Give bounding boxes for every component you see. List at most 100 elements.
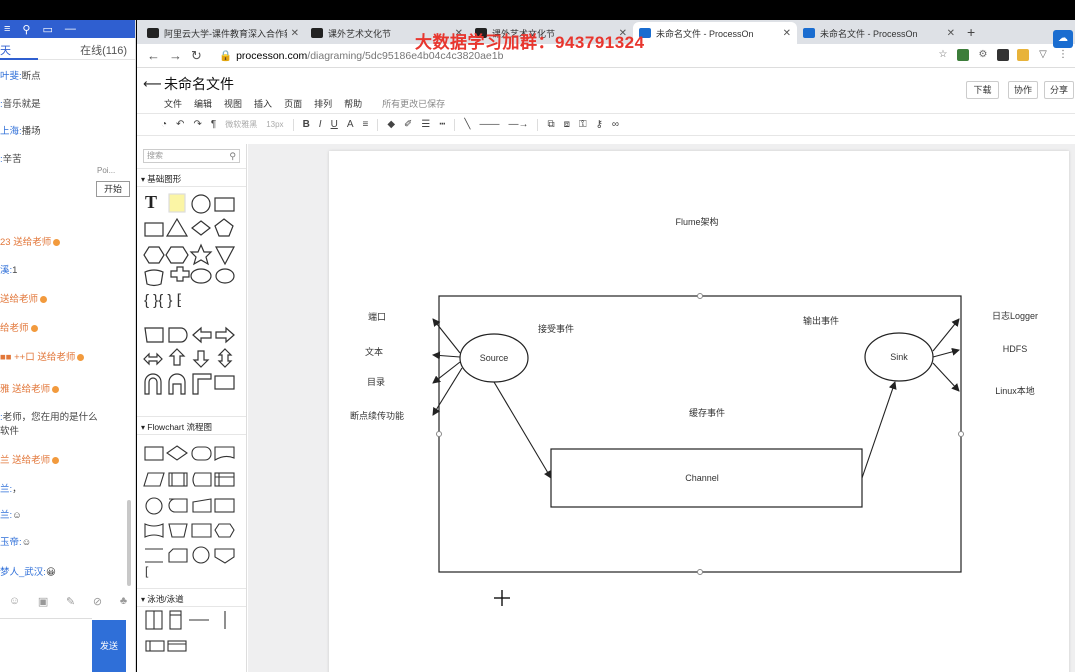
shield-icon[interactable]: ▽ [1037, 49, 1049, 61]
link-icon[interactable]: ∞ [612, 119, 619, 130]
bold-icon[interactable]: B [303, 119, 310, 130]
extension-icon[interactable] [957, 49, 969, 61]
window-icon[interactable]: ▭ [42, 23, 52, 36]
category-swimlane[interactable]: 泳池/泳道 [141, 593, 183, 605]
font-select[interactable]: 微软雅黑 [225, 119, 257, 130]
input-resume-label[interactable]: 断点续传功能 [350, 410, 404, 421]
diagram-title[interactable]: Flume架构 [675, 216, 718, 227]
line-style-icon[interactable]: ┅ [439, 119, 445, 130]
arrow-channel-sink[interactable] [861, 381, 897, 479]
connector-icon[interactable]: ╲ [464, 119, 470, 130]
flume-diagram[interactable]: Flume架构 Source Sink Channel 接受事件 输出事件 缓存… [329, 151, 1069, 672]
menu-item-file[interactable]: 文件 [164, 97, 182, 110]
output-logger-label[interactable]: 日志Logger [992, 310, 1038, 321]
menu-item-help[interactable]: 帮助 [344, 97, 362, 110]
arrow-to-resume[interactable] [432, 367, 463, 416]
menu-item-insert[interactable]: 插入 [254, 97, 272, 110]
arrow-to-dir[interactable] [432, 361, 461, 384]
lock-icon[interactable]: ⚿ [579, 119, 587, 130]
puzzle-icon[interactable]: ⚙ [977, 49, 989, 61]
reload-icon[interactable]: ↻ [191, 48, 213, 64]
line-width-icon[interactable]: ☰ [421, 119, 430, 130]
input-port-label[interactable]: 端口 [368, 311, 386, 322]
block-icon[interactable]: ⊘ [93, 595, 102, 608]
share-button[interactable]: 分享 [1044, 81, 1074, 99]
underline-icon[interactable]: U [331, 119, 338, 130]
tab-chat[interactable]: 天 [0, 42, 11, 59]
brush-icon[interactable]: ¶ [211, 119, 216, 130]
line-color-icon[interactable]: ✐ [404, 119, 412, 130]
arrow-to-local[interactable] [932, 362, 960, 392]
category-basic-shapes[interactable]: 基础图形 [141, 173, 181, 185]
arrow-to-text[interactable] [432, 351, 461, 360]
receive-event-label[interactable]: 接受事件 [538, 323, 574, 334]
bracket-shape[interactable]: [ [145, 564, 148, 578]
menu-item-view[interactable]: 视图 [224, 97, 242, 110]
star-icon[interactable]: ☆ [937, 49, 949, 61]
arrow-to-logger[interactable] [932, 318, 960, 352]
chat-input[interactable] [0, 618, 92, 672]
align-icon[interactable]: ≡ [362, 119, 368, 130]
collaborate-button[interactable]: 协作 [1008, 81, 1038, 99]
edit-icon[interactable]: ✎ [66, 595, 75, 608]
image-icon[interactable]: ▣ [38, 595, 48, 608]
forward-icon[interactable]: → [169, 48, 191, 63]
output-local-label[interactable]: Linux本地 [995, 385, 1035, 396]
front-icon[interactable]: ⧉ [547, 119, 554, 130]
font-color-icon[interactable]: A [347, 119, 354, 130]
url-field[interactable]: 🔒 processon.com/diagraming/5dc95186e4b04c… [219, 49, 503, 62]
share-icon[interactable]: ⚲ [22, 23, 30, 36]
arrow-icon[interactable]: —→ [508, 119, 528, 130]
minimize-icon[interactable]: — [65, 23, 76, 35]
undo-icon[interactable]: ↶ [176, 119, 184, 130]
arrow-to-hdfs[interactable] [932, 347, 960, 358]
browser-tab[interactable]: 未命名文件 - ProcessOn ✕ [797, 22, 961, 44]
menu-item-arrange[interactable]: 排列 [314, 97, 332, 110]
output-event-label[interactable]: 输出事件 [803, 315, 839, 326]
extension-icon[interactable] [1017, 49, 1029, 61]
new-tab-icon[interactable]: + [967, 24, 975, 40]
format-painter-icon[interactable]: ◔ [161, 119, 167, 130]
chat-scrollbar[interactable] [127, 500, 131, 586]
search-icon[interactable]: ⚲ [229, 150, 236, 162]
swimlane-palette[interactable] [137, 609, 247, 669]
fill-icon[interactable]: ◆ [387, 119, 395, 130]
arrow-source-channel[interactable] [493, 381, 552, 479]
output-hdfs-label[interactable]: HDFS [1003, 344, 1028, 354]
resize-handle[interactable] [958, 431, 964, 437]
close-tab-icon[interactable]: ✕ [947, 28, 955, 39]
menu-icon[interactable]: ⋮ [1057, 49, 1069, 61]
close-tab-icon[interactable]: ✕ [291, 28, 299, 39]
emoji-icon[interactable]: ☺ [9, 595, 20, 607]
unlock-icon[interactable]: ⚷ [596, 119, 603, 130]
arrow-to-port[interactable] [432, 318, 461, 354]
input-text-label[interactable]: 文本 [365, 346, 383, 357]
line-type-icon[interactable]: —— [479, 119, 499, 130]
gift-icon[interactable]: ♣ [120, 595, 127, 607]
italic-icon[interactable]: I [319, 119, 322, 130]
download-button[interactable]: 下载 [966, 81, 999, 99]
font-size-select[interactable]: 13px [266, 120, 283, 129]
extension-icon[interactable] [997, 49, 1009, 61]
browser-tab[interactable]: 阿里云大学-课件教育深入合作新 ✕ [141, 22, 305, 44]
category-flowchart[interactable]: Flowchart 流程图 [141, 421, 212, 433]
close-tab-icon[interactable]: ✕ [783, 28, 791, 39]
document-title[interactable]: 未命名文件 [164, 74, 234, 94]
shape-search-input[interactable]: 搜索 ⚲ [143, 149, 240, 163]
resize-handle[interactable] [697, 569, 703, 575]
cache-event-label[interactable]: 缓存事件 [689, 407, 725, 418]
flowchart-palette[interactable] [137, 438, 247, 578]
back-icon[interactable]: ← [147, 48, 169, 63]
menu-item-page[interactable]: 页面 [284, 97, 302, 110]
chat-header-icon[interactable]: ≡ [4, 23, 10, 35]
menu-item-edit[interactable]: 编辑 [194, 97, 212, 110]
send-button[interactable]: 发送 [92, 620, 126, 672]
back-arrow-icon[interactable]: ⟵ [143, 76, 162, 92]
diagram-canvas[interactable]: Flume架构 Source Sink Channel 接受事件 输出事件 缓存… [248, 144, 1075, 672]
diagram-page[interactable]: Flume架构 Source Sink Channel 接受事件 输出事件 缓存… [329, 151, 1069, 672]
input-dir-label[interactable]: 目录 [367, 377, 385, 387]
resize-handle[interactable] [436, 431, 442, 437]
browser-tab-active[interactable]: 未命名文件 - ProcessOn ✕ [633, 22, 797, 44]
redo-icon[interactable]: ↷ [193, 119, 201, 130]
back-layer-icon[interactable]: ⧈ [564, 119, 570, 130]
